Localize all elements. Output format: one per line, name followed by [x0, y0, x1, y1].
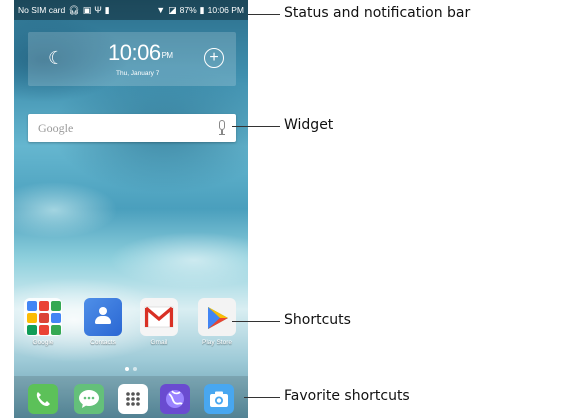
moon-icon: ☾ — [48, 48, 65, 68]
shortcut-label: Play Store — [202, 339, 232, 346]
page-indicator — [125, 367, 137, 371]
callout-shortcuts: Shortcuts — [284, 312, 351, 328]
browser-icon[interactable] — [160, 384, 190, 414]
sd-card-icon: ▮ — [104, 4, 110, 15]
all-apps-icon[interactable] — [118, 384, 148, 414]
callout-favorites: Favorite shortcuts — [284, 388, 410, 404]
battery-icon: ▮ — [199, 4, 205, 15]
callout-line-status — [248, 14, 280, 15]
callout-line-widget — [232, 126, 280, 127]
favorites-dock — [14, 376, 248, 418]
phone-icon[interactable] — [28, 384, 58, 414]
shortcut-play-store[interactable]: Play Store — [194, 298, 240, 346]
mic-icon[interactable] — [218, 120, 226, 136]
status-time: 10:06 PM — [207, 5, 244, 15]
carrier-text: No SIM card — [18, 5, 66, 15]
shortcut-google-folder[interactable]: Google — [20, 298, 66, 346]
gmail-icon — [140, 298, 178, 336]
no-signal-icon: ◪ — [168, 4, 177, 15]
usb-icon: Ψ — [94, 4, 102, 15]
callout-widget: Widget — [284, 117, 334, 133]
shortcut-gmail[interactable]: Gmail — [136, 298, 182, 346]
shortcut-label: Gmail — [150, 339, 168, 346]
clock-ampm: PM — [161, 51, 174, 60]
page-dot-active — [125, 367, 129, 371]
shortcut-contacts[interactable]: Contacts — [80, 298, 126, 346]
battery-percent: 87% — [179, 5, 197, 15]
callout-status: Status and notification bar — [284, 5, 471, 21]
status-bar[interactable]: No SIM card 🎧︎ ▣ Ψ ▮ ▼ ◪ 87% ▮ 10:06 PM — [14, 0, 248, 20]
camera-icon[interactable] — [204, 384, 234, 414]
shortcut-label: Contacts — [90, 339, 116, 346]
search-placeholder: Google — [38, 121, 74, 135]
wifi-icon: ▼ — [156, 4, 166, 15]
google-folder-icon — [24, 298, 62, 336]
clock-widget[interactable]: ☾ 10:06PM Thu, January 7 + — [28, 32, 236, 86]
phone-screen: No SIM card 🎧︎ ▣ Ψ ▮ ▼ ◪ 87% ▮ 10:06 PM … — [14, 0, 248, 418]
clock-date: Thu, January 7 — [116, 70, 160, 77]
headphones-icon: 🎧︎ — [68, 4, 80, 15]
page-dot — [133, 367, 137, 371]
callout-line-shortcuts — [232, 321, 280, 322]
callout-line-favorites — [244, 397, 280, 398]
contacts-icon — [84, 298, 122, 336]
messaging-icon[interactable] — [74, 384, 104, 414]
google-search-widget[interactable]: Google — [28, 114, 236, 142]
shortcut-label: Google — [32, 339, 54, 346]
play-store-icon — [198, 298, 236, 336]
screenshot-icon: ▣ — [82, 4, 92, 15]
clock-time[interactable]: 10:06PM — [108, 40, 173, 66]
add-alarm-icon[interactable]: + — [204, 48, 224, 68]
clock-time-digits: 10:06 — [108, 40, 161, 65]
